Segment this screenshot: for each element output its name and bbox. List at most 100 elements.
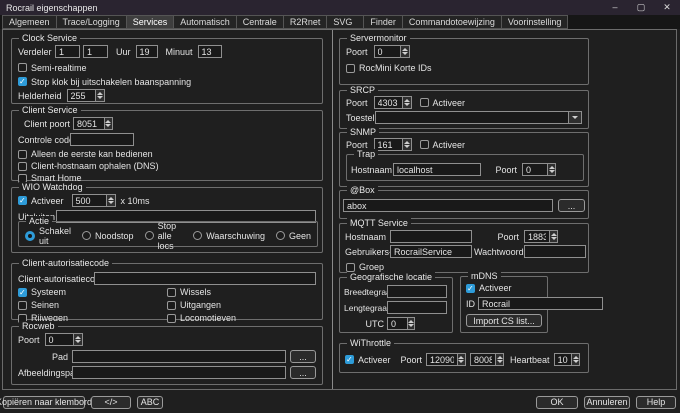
maximize-icon[interactable]: ▢ bbox=[628, 0, 654, 15]
checkbox-stop-klok[interactable]: Stop klok bij uitschakelen baanspanning bbox=[18, 77, 191, 87]
lengtegraad-input[interactable] bbox=[387, 301, 447, 314]
tab-centrale[interactable]: Centrale bbox=[236, 15, 284, 29]
chevron-down-icon[interactable] bbox=[568, 112, 581, 123]
radio-geen[interactable]: Geen bbox=[276, 231, 311, 241]
radio-schakel-uit[interactable]: Schakel uit bbox=[25, 226, 71, 246]
tab-automatisch[interactable]: Automatisch bbox=[173, 15, 237, 29]
snmp-poort-spinner[interactable] bbox=[374, 138, 412, 151]
copy-to-clipboard-button[interactable]: Kopiëren naar klembord bbox=[3, 396, 85, 409]
spinner-arrows-icon[interactable] bbox=[106, 195, 115, 206]
withrottle-poort1-input[interactable] bbox=[427, 354, 457, 365]
servermonitor-poort-spinner[interactable] bbox=[374, 45, 410, 58]
checkbox-semi-realtime[interactable]: Semi-realtime bbox=[18, 63, 87, 73]
tab-algemeen[interactable]: Algemeen bbox=[2, 15, 57, 29]
help-button[interactable]: Help bbox=[636, 396, 676, 409]
utc-spinner[interactable] bbox=[387, 317, 415, 330]
checkbox-alleen-eerste[interactable]: Alleen de eerste kan bedienen bbox=[18, 149, 153, 159]
spinner-arrows-icon[interactable] bbox=[407, 318, 414, 329]
heartbeat-input[interactable] bbox=[555, 354, 572, 365]
checkbox-wissels[interactable]: Wissels bbox=[167, 287, 316, 297]
spinner-arrows-icon[interactable] bbox=[547, 164, 555, 175]
tab-r2rnet[interactable]: R2Rnet bbox=[283, 15, 328, 29]
afbeeldingspad-input[interactable] bbox=[72, 366, 286, 379]
radio-stop-alle-locs[interactable]: Stop alle locs bbox=[145, 221, 183, 251]
wio-interval-spinner[interactable] bbox=[72, 194, 116, 207]
snmp-poort-input[interactable] bbox=[375, 139, 403, 150]
minuut-input[interactable] bbox=[198, 45, 222, 58]
spinner-arrows-icon[interactable] bbox=[402, 97, 410, 108]
tab-commandotoewijzing[interactable]: Commandotoewijzing bbox=[402, 15, 502, 29]
cancel-button[interactable]: Annuleren bbox=[584, 396, 630, 409]
controle-code-input[interactable] bbox=[70, 133, 134, 146]
spinner-arrows-icon[interactable] bbox=[95, 90, 103, 101]
checkbox-snmp-activeer[interactable]: Activeer bbox=[420, 140, 466, 150]
helderheid-spinner[interactable] bbox=[67, 89, 105, 102]
checkbox-withrottle-activeer[interactable]: Activeer bbox=[345, 355, 391, 365]
client-poort-input[interactable] bbox=[74, 118, 104, 129]
client-poort-spinner[interactable] bbox=[73, 117, 113, 130]
withrottle-poort1-spinner[interactable] bbox=[426, 353, 466, 366]
abc-button[interactable]: ABC bbox=[137, 396, 163, 409]
tab-finder[interactable]: Finder bbox=[363, 15, 403, 29]
checkbox-systeem[interactable]: Systeem bbox=[18, 287, 167, 297]
atbox-browse-button[interactable]: ... bbox=[558, 199, 585, 212]
verdeler-input-1[interactable] bbox=[55, 45, 80, 58]
tab-services[interactable]: Services bbox=[126, 15, 175, 29]
toestel-input[interactable] bbox=[376, 112, 568, 123]
checkbox-wio-activeer[interactable]: Activeer bbox=[18, 196, 64, 206]
spinner-arrows-icon[interactable] bbox=[400, 46, 408, 57]
xml-code-button[interactable]: </> bbox=[91, 396, 131, 409]
pad-browse-button[interactable]: ... bbox=[290, 350, 316, 363]
heartbeat-spinner[interactable] bbox=[554, 353, 580, 366]
withrottle-poort2-spinner[interactable] bbox=[470, 353, 504, 366]
spinner-arrows-icon[interactable] bbox=[571, 354, 578, 365]
mqtt-poort-spinner[interactable] bbox=[524, 230, 558, 243]
checkbox-seinen[interactable]: Seinen bbox=[18, 300, 167, 310]
utc-input[interactable] bbox=[388, 318, 407, 329]
atbox-input[interactable] bbox=[343, 199, 553, 212]
tab-svg[interactable]: SVG bbox=[326, 15, 364, 29]
wio-interval-input[interactable] bbox=[73, 195, 106, 206]
afbeeldingspad-browse-button[interactable]: ... bbox=[290, 366, 316, 379]
minimize-icon[interactable]: – bbox=[602, 0, 628, 15]
trap-poort-input[interactable] bbox=[523, 164, 547, 175]
uur-input[interactable] bbox=[136, 45, 158, 58]
import-cs-list-button[interactable]: Import CS list... bbox=[466, 314, 542, 327]
servermonitor-poort-input[interactable] bbox=[375, 46, 401, 57]
toestel-dropdown[interactable] bbox=[375, 111, 582, 124]
mqtt-wachtwoord-input[interactable] bbox=[524, 245, 586, 258]
srcp-poort-input[interactable] bbox=[375, 97, 403, 108]
spinner-arrows-icon[interactable] bbox=[402, 139, 410, 150]
checkbox-srcp-activeer[interactable]: Activeer bbox=[420, 98, 466, 108]
close-icon[interactable]: ✕ bbox=[654, 0, 680, 15]
helderheid-input[interactable] bbox=[68, 90, 96, 101]
tab-voorinstelling[interactable]: Voorinstelling bbox=[501, 15, 569, 29]
radio-noodstop[interactable]: Noodstop bbox=[82, 231, 134, 241]
spinner-arrows-icon[interactable] bbox=[457, 354, 465, 365]
checkbox-groep[interactable]: Groep bbox=[346, 262, 384, 272]
breedtegraad-input[interactable] bbox=[387, 285, 447, 298]
mqtt-poort-input[interactable] bbox=[525, 231, 549, 242]
verdeler-input-2[interactable] bbox=[83, 45, 108, 58]
autorisatiecode-input[interactable] bbox=[94, 272, 316, 285]
tab-trace-logging[interactable]: Trace/Logging bbox=[56, 15, 127, 29]
checkbox-rocmini-korte-ids[interactable]: RocMini Korte IDs bbox=[346, 63, 432, 73]
rocweb-poort-input[interactable] bbox=[46, 334, 74, 345]
radio-waarschuwing[interactable]: Waarschuwing bbox=[193, 231, 265, 241]
withrottle-poort2-input[interactable] bbox=[471, 354, 495, 365]
trap-hostnaam-input[interactable] bbox=[393, 163, 481, 176]
checkbox-uitgangen[interactable]: Uitgangen bbox=[167, 300, 316, 310]
spinner-arrows-icon[interactable] bbox=[549, 231, 557, 242]
pad-input[interactable] bbox=[72, 350, 286, 363]
spinner-arrows-icon[interactable] bbox=[104, 118, 112, 129]
mqtt-gebruikers-input[interactable] bbox=[390, 245, 472, 258]
checkbox-locomotieven[interactable]: Locomotieven bbox=[167, 313, 316, 323]
mdns-id-input[interactable] bbox=[478, 297, 603, 310]
trap-poort-spinner[interactable] bbox=[522, 163, 556, 176]
spinner-arrows-icon[interactable] bbox=[73, 334, 81, 345]
srcp-poort-spinner[interactable] bbox=[374, 96, 412, 109]
rocweb-poort-spinner[interactable] bbox=[45, 333, 83, 346]
mqtt-hostnaam-input[interactable] bbox=[390, 230, 472, 243]
ok-button[interactable]: OK bbox=[536, 396, 578, 409]
checkbox-hostnaam-dns[interactable]: Client-hostnaam ophalen (DNS) bbox=[18, 161, 159, 171]
